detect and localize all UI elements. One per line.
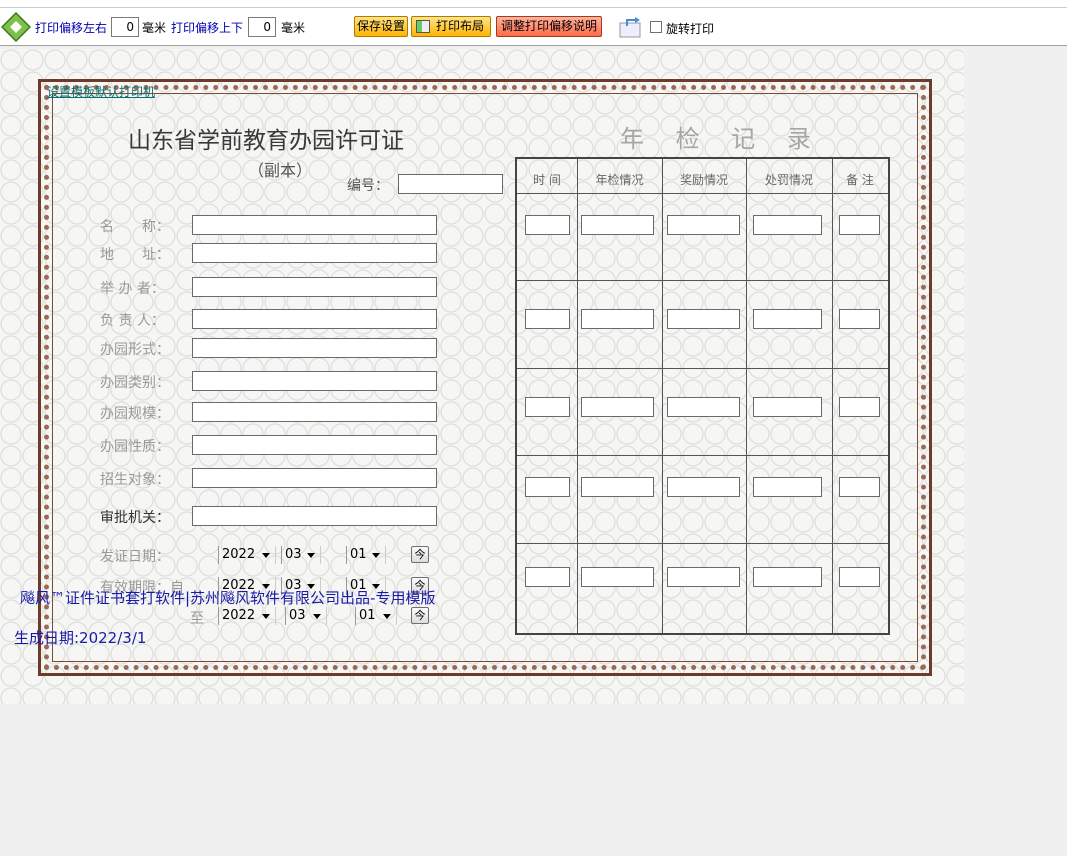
rotate-print-label: 旋转打印 [666,22,715,36]
issue-year-select[interactable]: 2022 [218,546,276,564]
record-cell-input[interactable] [581,309,654,329]
record-cell-input[interactable] [753,567,822,587]
field-input[interactable] [192,371,437,391]
record-cell-input[interactable] [581,567,654,587]
record-title: 年 检 记 录 [620,125,823,153]
record-cell-input[interactable] [753,215,822,235]
record-cell-input[interactable] [753,397,822,417]
valid-to-month-select[interactable]: 03 [285,607,327,625]
number-field[interactable] [398,174,503,194]
offset-y-label: 打印偏移上下 [171,21,244,35]
record-cell-input[interactable] [839,397,880,417]
record-cell-input[interactable] [525,215,570,235]
field-input[interactable] [192,468,437,488]
field-input[interactable] [192,309,437,329]
certificate-title: 山东省学前教育办园许可证 [128,128,404,154]
record-cell-input[interactable] [525,567,570,587]
record-cell-input[interactable] [667,215,740,235]
field-label: 办园规模： [100,406,170,422]
valid-to-label: 至 [190,611,204,627]
print-layout-label: 打印布局 [435,19,484,33]
field-label: 办园性质： [100,439,170,455]
field-label: 举 办 者： [100,281,165,297]
table-row-line [517,368,888,369]
record-cell-input[interactable] [839,567,880,587]
record-cell-input[interactable] [839,477,880,497]
record-column-header: 备 注 [846,173,874,187]
record-cell-input[interactable] [839,215,880,235]
record-cell-input[interactable] [839,309,880,329]
record-cell-input[interactable] [753,309,822,329]
issue-day-select[interactable]: 01 [346,546,386,564]
rotate-icon [619,17,641,38]
field-input[interactable] [192,506,437,526]
record-column-header: 奖励情况 [679,173,728,187]
offset-x-unit: 毫米 [142,21,167,35]
field-input[interactable] [192,215,437,235]
issue-date-today-button[interactable]: 今 [411,546,429,563]
field-label: 办园类别： [100,375,170,391]
valid-to-day-select[interactable]: 01 [355,607,397,625]
move-arrows-icon[interactable] [1,12,31,42]
toolbar: 打印偏移左右 毫米 打印偏移上下 毫米 保存设置 打印布局 调整打印偏移说明 旋… [0,8,1067,46]
footer-brand-text: 飚风™证件证书套打软件|苏州飚风软件有限公司出品-专用模版 [20,589,436,607]
field-label: 招生对象： [100,472,170,488]
table-row-line [517,280,888,281]
record-cell-input[interactable] [667,397,740,417]
offset-y-input[interactable] [248,17,276,37]
inspection-record-table: 时 间 年检情况 奖励情况 处罚情况 备 注 [515,157,890,635]
field-label: 审批机关： [100,510,170,526]
valid-to-year-select[interactable]: 2022 [218,607,276,625]
top-menu-strip [0,0,1067,8]
field-label: 名 称： [100,219,170,235]
field-label: 负 责 人： [100,313,165,329]
offset-x-input[interactable] [111,17,139,37]
record-column-header: 时 间 [533,173,561,187]
default-printer-link[interactable]: 设置模板默认打印机 [47,83,155,100]
record-cell-input[interactable] [581,477,654,497]
table-column-line [662,159,663,633]
print-layout-button[interactable]: 打印布局 [411,16,491,37]
table-column-line [746,159,747,633]
record-cell-input[interactable] [667,567,740,587]
issue-month-select[interactable]: 03 [281,546,321,564]
offset-x-label: 打印偏移左右 [35,21,108,35]
record-cell-input[interactable] [525,397,570,417]
record-cell-input[interactable] [581,215,654,235]
record-cell-input[interactable] [525,309,570,329]
field-label: 办园形式： [100,342,170,358]
record-cell-input[interactable] [525,477,570,497]
field-input[interactable] [192,338,437,358]
table-row-line [517,543,888,544]
table-row-line [517,193,888,194]
field-input[interactable] [192,243,437,263]
field-input[interactable] [192,277,437,297]
offset-help-button[interactable]: 调整打印偏移说明 [496,16,602,37]
table-column-line [832,159,833,633]
record-cell-input[interactable] [581,397,654,417]
record-cell-input[interactable] [753,477,822,497]
field-input[interactable] [192,402,437,422]
record-cell-input[interactable] [667,309,740,329]
certificate-subtitle: （副本） [248,161,313,180]
field-input[interactable] [192,435,437,455]
field-label: 地 址： [100,247,170,263]
record-column-header: 年检情况 [595,173,644,187]
certificate-canvas: 设置模板默认打印机 山东省学前教育办园许可证 （副本） 编号： 名 称： 地 址：… [0,49,964,704]
table-row-line [517,455,888,456]
record-cell-input[interactable] [667,477,740,497]
save-settings-button[interactable]: 保存设置 [354,16,408,37]
valid-to-today-button[interactable]: 今 [411,607,429,624]
offset-y-unit: 毫米 [281,21,306,35]
record-column-header: 处罚情况 [764,173,813,187]
number-label: 编号： [347,178,389,194]
layout-icon [416,20,430,33]
rotate-print-checkbox[interactable] [650,21,662,33]
footer-generated-date: 生成日期:2022/3/1 [14,629,147,647]
issue-date-label: 发证日期： [100,549,170,565]
table-column-line [577,159,578,633]
